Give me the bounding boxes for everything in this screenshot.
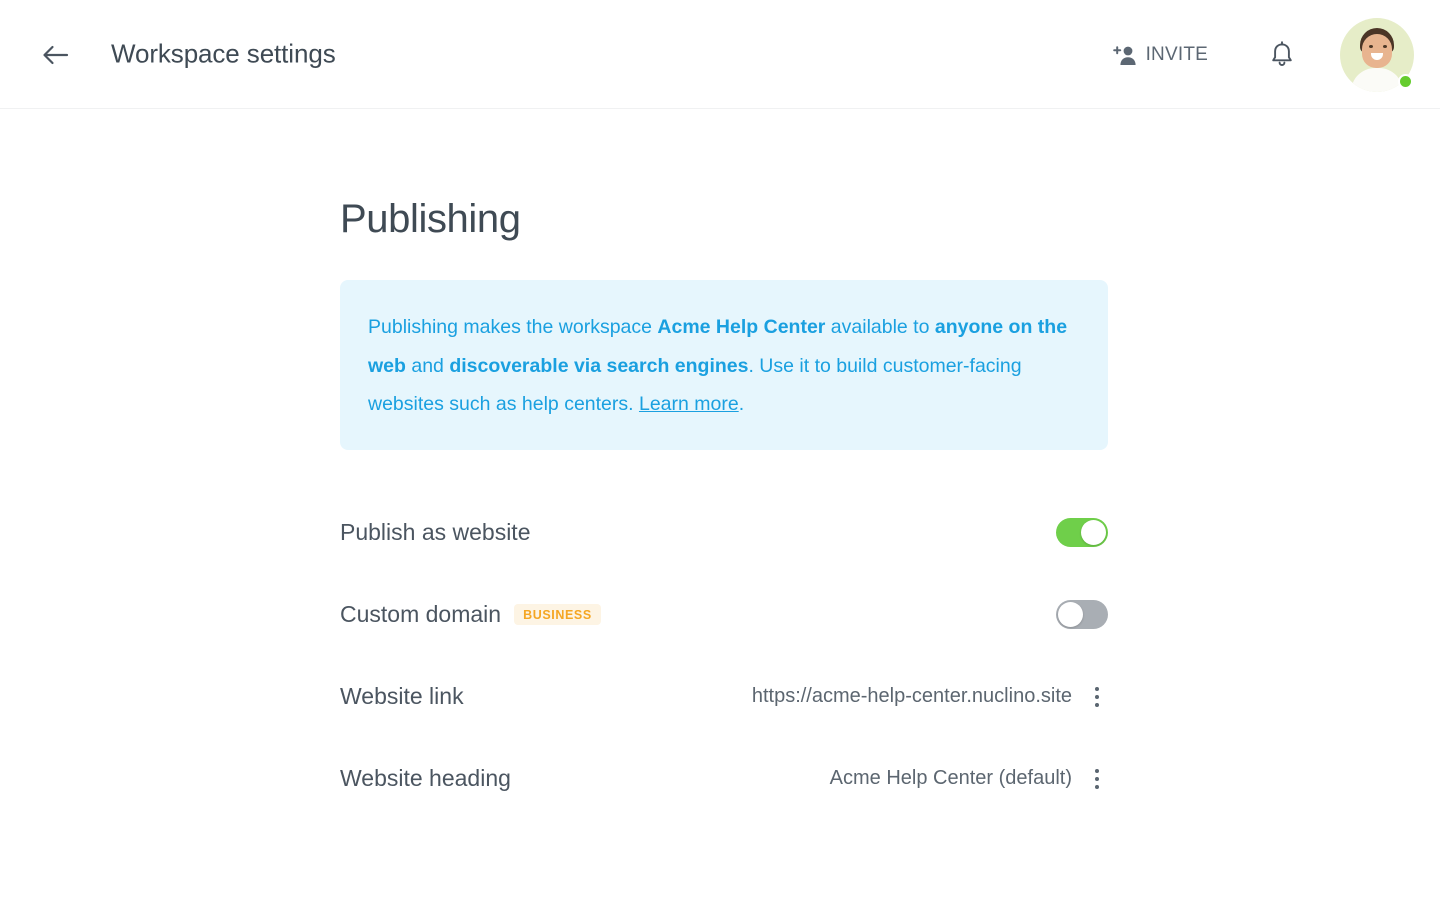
kebab-dot <box>1095 784 1099 789</box>
kebab-dot <box>1095 768 1099 773</box>
settings-rows: Publish as website Custom domain BUSINES… <box>340 492 1108 820</box>
banner-text-part1: Publishing makes the workspace <box>368 316 658 338</box>
row-website-heading: Website heading Acme Help Center (defaul… <box>340 738 1108 820</box>
section-title: Publishing <box>340 197 521 241</box>
learn-more-link[interactable]: Learn more <box>639 393 739 415</box>
banner-text-part2: available to <box>825 316 935 338</box>
avatar-eye-left <box>1369 44 1373 48</box>
back-button[interactable] <box>34 34 76 76</box>
online-status-dot <box>1398 73 1413 89</box>
banner-text-part3: and <box>405 354 450 377</box>
row-label-group: Website heading <box>340 765 511 792</box>
row-label-group: Custom domain BUSINESS <box>340 601 601 628</box>
row-control-group <box>1056 518 1108 547</box>
row-label-group: Website link <box>340 683 464 710</box>
banner-workspace-name: Acme Help Center <box>657 316 826 338</box>
label-website-link: Website link <box>340 683 464 709</box>
toggle-publish-as-website[interactable] <box>1056 518 1108 547</box>
row-control-group: https://acme-help-center.nuclino.site <box>752 681 1108 713</box>
label-publish-as-website: Publish as website <box>340 519 531 545</box>
value-website-heading[interactable]: Acme Help Center (default) <box>830 767 1072 790</box>
bell-icon <box>1272 40 1292 66</box>
invite-button[interactable]: INVITE <box>1103 36 1218 74</box>
row-publish-as-website: Publish as website <box>340 492 1108 574</box>
user-avatar-button[interactable] <box>1340 17 1414 92</box>
page-title: Workspace settings <box>111 38 336 69</box>
business-plan-badge: BUSINESS <box>514 603 601 626</box>
label-custom-domain: Custom domain <box>340 601 502 627</box>
avatar-body <box>1351 67 1403 92</box>
website-heading-menu-button[interactable] <box>1086 763 1108 795</box>
person-add-icon <box>1112 45 1136 65</box>
banner-bold-search-engines: discoverable via search engines <box>449 354 749 377</box>
kebab-dot <box>1095 686 1099 691</box>
kebab-dot <box>1095 702 1099 707</box>
toggle-knob <box>1058 602 1083 627</box>
row-label-group: Publish as website <box>340 519 531 546</box>
row-website-link: Website link https://acme-help-center.nu… <box>340 656 1108 738</box>
main-content: Publishing Publishing makes the workspac… <box>0 197 1440 820</box>
arrow-left-icon <box>42 45 68 65</box>
row-control-group: Acme Help Center (default) <box>830 763 1108 795</box>
header-actions: INVITE <box>1103 0 1414 109</box>
publishing-info-banner: Publishing makes the workspace Acme Help… <box>340 280 1108 450</box>
top-header-bar: Workspace settings INVITE <box>0 0 1440 109</box>
avatar-face <box>1362 33 1392 68</box>
kebab-dot <box>1095 694 1099 699</box>
toggle-custom-domain[interactable] <box>1056 600 1108 629</box>
website-link-menu-button[interactable] <box>1086 681 1108 713</box>
notifications-button[interactable] <box>1262 35 1302 75</box>
row-control-group <box>1056 600 1108 629</box>
label-website-heading: Website heading <box>340 765 511 791</box>
row-custom-domain: Custom domain BUSINESS <box>340 574 1108 656</box>
toggle-knob <box>1081 520 1106 545</box>
banner-text-part5: . <box>738 393 745 415</box>
invite-label: INVITE <box>1145 43 1208 65</box>
value-website-link[interactable]: https://acme-help-center.nuclino.site <box>752 685 1072 708</box>
info-banner-text: Publishing makes the workspace Acme Help… <box>368 308 1080 424</box>
kebab-dot <box>1095 776 1099 781</box>
avatar-eye-right <box>1383 44 1387 48</box>
